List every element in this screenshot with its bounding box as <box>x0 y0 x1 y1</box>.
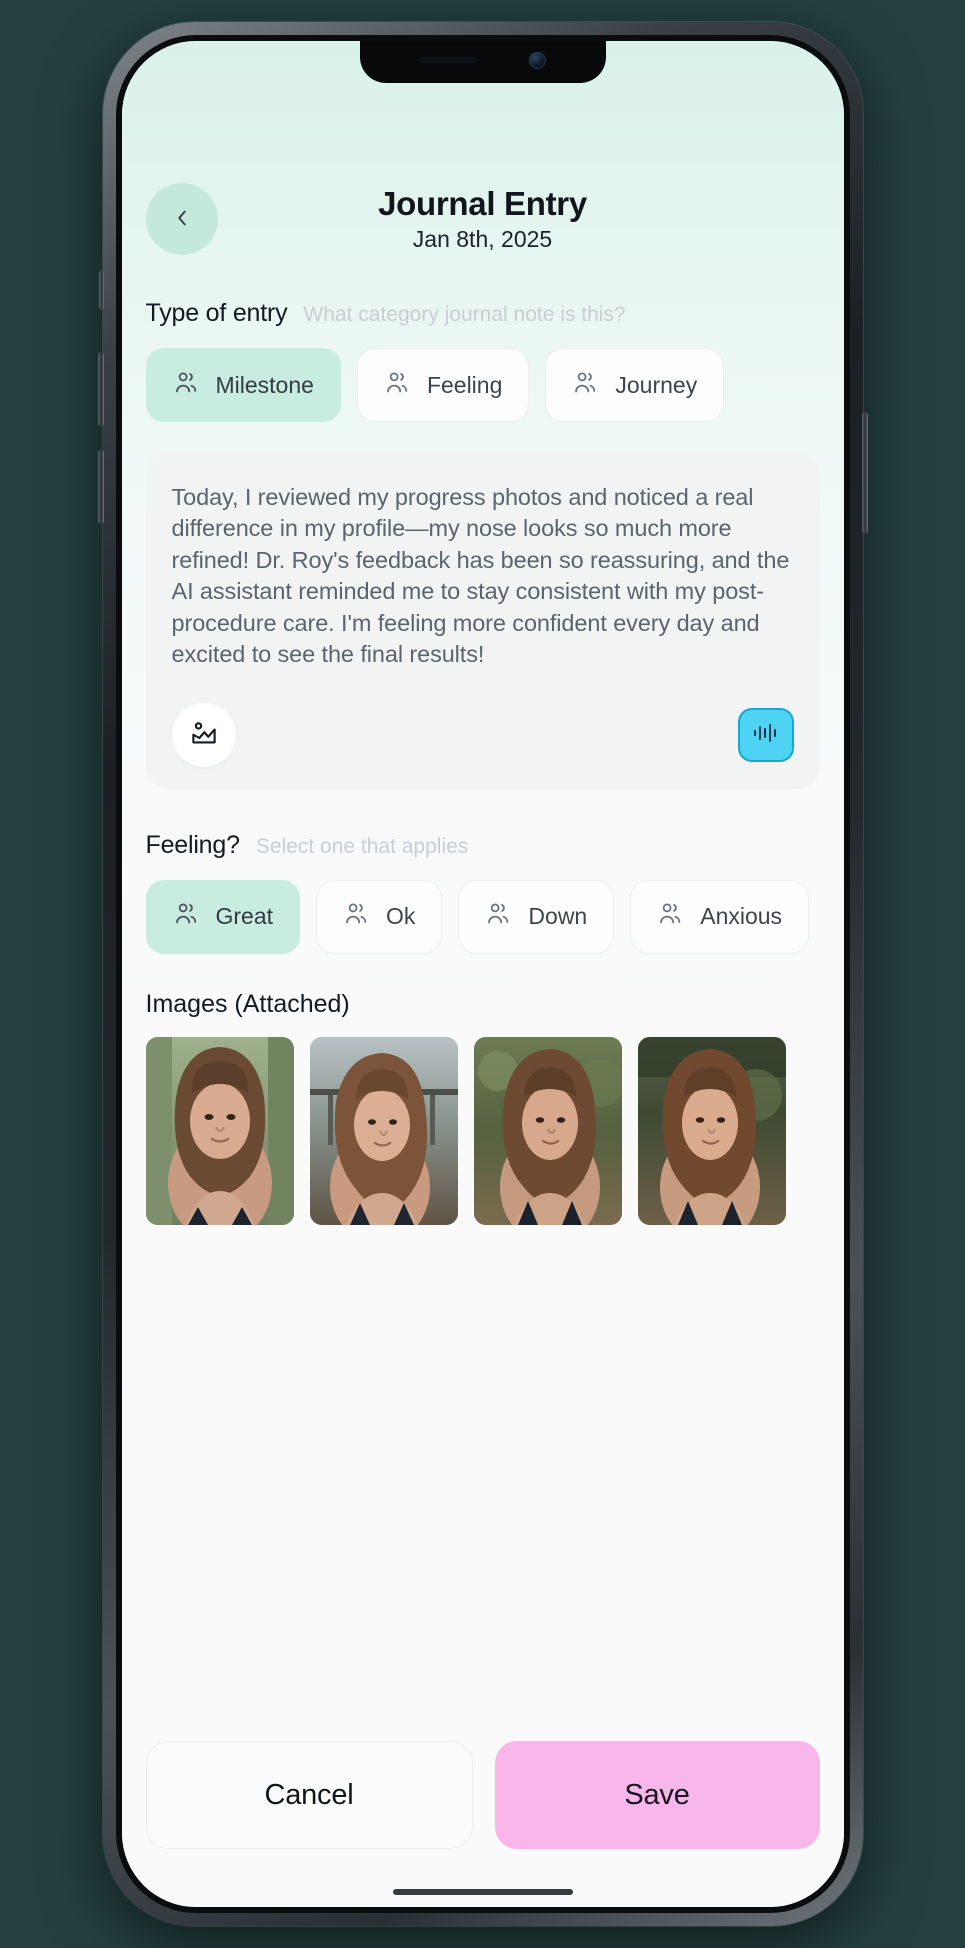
page-title: Journal Entry <box>378 185 587 222</box>
type-of-entry-header: Type of entry What category journal note… <box>146 299 820 328</box>
note-action-row <box>171 702 794 767</box>
chip-down[interactable]: Down <box>458 879 615 954</box>
silent-switch[interactable] <box>98 270 104 310</box>
header-text: Journal Entry Jan 8th, 2025 <box>146 183 820 253</box>
images-attached-label: Images (Attached) <box>145 989 350 1018</box>
users-icon <box>657 900 684 933</box>
feeling-header: Feeling? Select one that applies <box>146 831 820 860</box>
phone-mockup: Journal Entry Jan 8th, 2025 Type of entr… <box>97 22 868 1926</box>
front-camera-icon <box>529 51 546 69</box>
phone-bezel: Journal Entry Jan 8th, 2025 Type of entr… <box>115 35 850 1913</box>
type-of-entry-hint: What category journal note is this? <box>303 303 626 326</box>
voice-record-button[interactable] <box>737 707 794 762</box>
cancel-button[interactable]: Cancel <box>145 1741 473 1849</box>
phone-screen: Journal Entry Jan 8th, 2025 Type of entr… <box>121 41 844 1907</box>
notch <box>359 41 606 83</box>
back-button[interactable] <box>145 183 218 255</box>
power-button[interactable] <box>861 412 868 534</box>
volume-down-button[interactable] <box>97 450 104 524</box>
chip-great[interactable]: Great <box>145 879 301 954</box>
chevron-left-icon <box>171 207 193 232</box>
chip-label: Journey <box>615 371 698 398</box>
attached-photo-1[interactable] <box>145 1036 294 1225</box>
attached-images-list <box>145 1036 820 1225</box>
chip-label: Anxious <box>700 903 783 930</box>
chip-label: Ok <box>386 903 416 930</box>
entry-date: Jan 8th, 2025 <box>412 225 553 252</box>
home-indicator <box>392 1889 573 1895</box>
attach-image-button[interactable] <box>171 702 236 767</box>
feeling-label: Feeling? <box>145 830 241 859</box>
users-icon <box>173 369 200 402</box>
chip-label: Great <box>215 903 274 930</box>
feeling-chips: Great Ok Down Anxious <box>145 879 820 954</box>
chip-milestone[interactable]: Milestone <box>145 348 341 422</box>
users-icon <box>343 900 370 933</box>
users-icon <box>384 369 411 402</box>
save-button[interactable]: Save <box>494 1741 820 1849</box>
journal-note-card[interactable]: Today, I reviewed my progress photos and… <box>145 452 820 789</box>
type-of-entry-label: Type of entry <box>145 299 288 327</box>
users-icon <box>572 369 599 402</box>
audio-waveform-icon <box>751 722 781 747</box>
volume-up-button[interactable] <box>97 352 104 426</box>
journal-note-text[interactable]: Today, I reviewed my progress photos and… <box>172 482 794 671</box>
footer-actions: Cancel Save <box>145 1741 820 1907</box>
chip-label: Feeling <box>426 371 503 398</box>
feeling-hint: Select one that applies <box>255 834 469 858</box>
page-header: Journal Entry Jan 8th, 2025 <box>145 183 820 257</box>
chip-label: Down <box>528 903 588 930</box>
users-icon <box>485 900 512 933</box>
type-of-entry-chips: Milestone Feeling Journey <box>145 348 820 422</box>
attached-photo-2[interactable] <box>309 1036 458 1225</box>
chip-journey[interactable]: Journey <box>545 348 725 422</box>
users-icon <box>173 900 200 933</box>
image-icon <box>189 718 219 751</box>
journal-entry-page: Journal Entry Jan 8th, 2025 Type of entr… <box>122 41 844 1907</box>
attached-photo-4[interactable] <box>637 1036 786 1225</box>
earpiece-speaker <box>419 57 477 63</box>
chip-label: Milestone <box>215 371 314 398</box>
chip-anxious[interactable]: Anxious <box>630 879 810 954</box>
attached-photo-3[interactable] <box>473 1036 622 1225</box>
chip-ok[interactable]: Ok <box>316 879 443 954</box>
chip-feeling[interactable]: Feeling <box>356 348 530 422</box>
